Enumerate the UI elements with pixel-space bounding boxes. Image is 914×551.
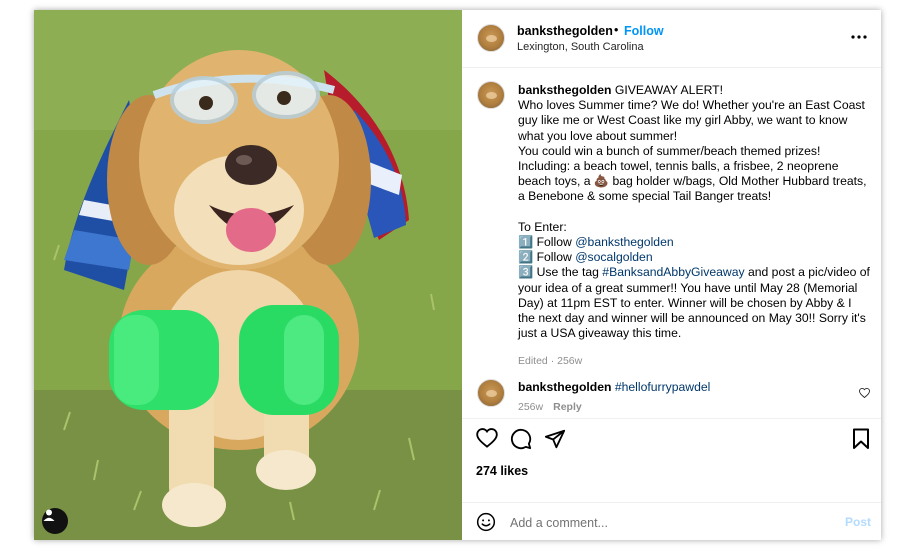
- save-bookmark-icon[interactable]: [852, 428, 870, 455]
- caption-avatar[interactable]: [477, 81, 505, 109]
- post-header: banksthegolden • Follow Lexington, South…: [462, 10, 881, 68]
- step-3-text: Use the tag: [536, 265, 603, 280]
- caption-username[interactable]: banksthegolden: [518, 83, 611, 97]
- caption-line-2: Who loves Summer time? We do! Whether yo…: [518, 98, 865, 143]
- step-1-text: Follow: [536, 235, 576, 250]
- follow-button[interactable]: Follow: [624, 24, 664, 38]
- step-2-text: Follow: [536, 250, 576, 265]
- comment-input[interactable]: [508, 511, 812, 535]
- author-username[interactable]: banksthegolden: [517, 24, 613, 38]
- actions-divider: [462, 418, 881, 419]
- caption-line-4: To Enter:: [518, 219, 567, 234]
- reply-button[interactable]: Reply: [553, 401, 582, 413]
- more-options-icon[interactable]: [851, 27, 867, 41]
- commenter-avatar[interactable]: [477, 379, 505, 407]
- likes-count[interactable]: 274 likes: [476, 464, 528, 478]
- step-3-number: 3️⃣: [518, 265, 534, 280]
- emoji-smiley-icon[interactable]: [476, 512, 496, 537]
- commenter-username[interactable]: banksthegolden: [518, 380, 611, 394]
- caption-meta: Edited · 256w: [518, 355, 583, 367]
- post-photo[interactable]: [34, 10, 462, 540]
- caption-text: banksthegolden GIVEAWAY ALERT! Who loves…: [518, 83, 870, 341]
- step-2-number: 2️⃣: [518, 250, 534, 265]
- caption-line-1: GIVEAWAY ALERT!: [614, 83, 723, 97]
- step-1-number: 1️⃣: [518, 235, 534, 250]
- add-comment-bar: Post: [462, 502, 881, 541]
- post-comment-button[interactable]: Post: [845, 515, 871, 529]
- mention-socalgolden[interactable]: @socalgolden: [575, 250, 652, 264]
- tagged-user-icon[interactable]: [42, 508, 68, 534]
- comment-bubble-icon[interactable]: [510, 428, 532, 455]
- comment-like-heart-icon[interactable]: [859, 385, 870, 403]
- comment-time: 256w: [518, 401, 544, 413]
- comment-text: banksthegolden #hellofurrypawdel: [518, 380, 710, 394]
- comment-item: banksthegolden #hellofurrypawdel 256w Rep…: [462, 379, 881, 419]
- post-location[interactable]: Lexington, South Carolina: [517, 41, 644, 53]
- comment-meta: 256w Reply: [518, 401, 582, 413]
- post-side-panel: banksthegolden • Follow Lexington, South…: [462, 10, 881, 540]
- mention-banksthegolden[interactable]: @banksthegolden: [575, 235, 673, 249]
- golden-retriever-illustration: [34, 10, 462, 540]
- comment-hashtag[interactable]: #hellofurrypawdel: [615, 380, 711, 394]
- hashtag-giveaway[interactable]: #BanksandAbbyGiveaway: [602, 265, 744, 279]
- post-actions-bar: [462, 426, 881, 456]
- separator-dot: •: [614, 23, 619, 37]
- instagram-post-frame: banksthegolden • Follow Lexington, South…: [34, 10, 881, 540]
- share-paper-plane-icon[interactable]: [544, 428, 566, 455]
- like-heart-icon[interactable]: [476, 428, 498, 453]
- caption-line-3: You could win a bunch of summer/beach th…: [518, 143, 867, 204]
- author-avatar[interactable]: [477, 24, 505, 52]
